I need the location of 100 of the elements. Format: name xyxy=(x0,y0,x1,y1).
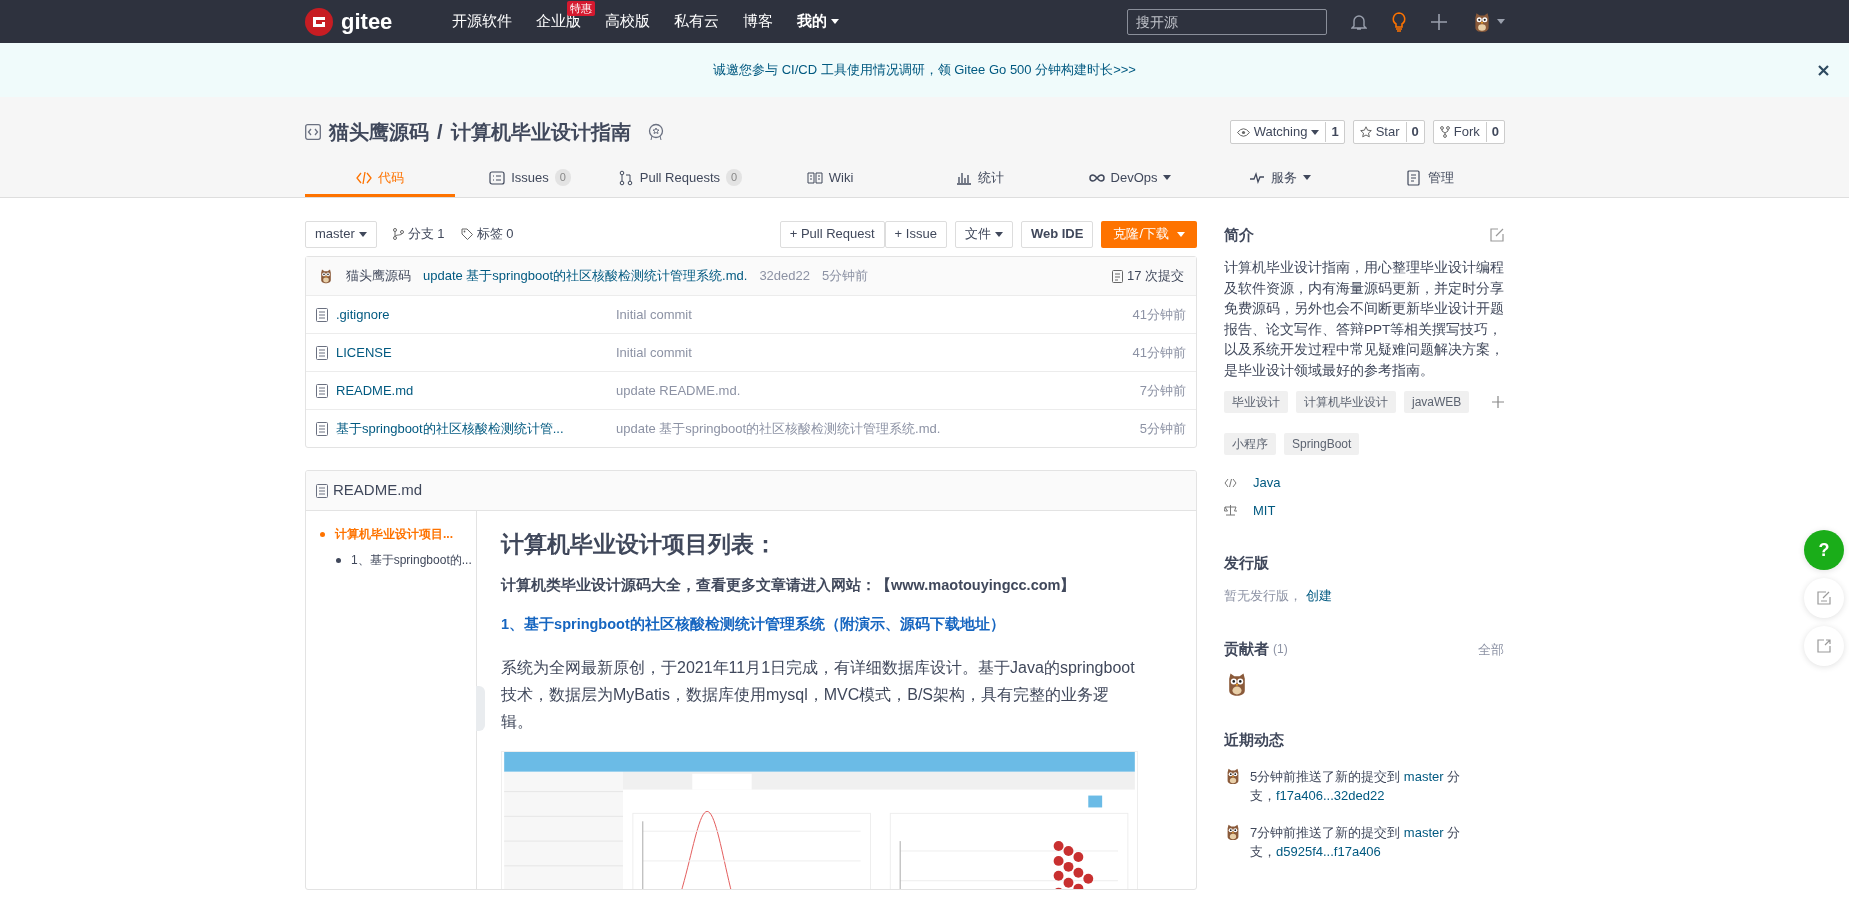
lightbulb-icon[interactable] xyxy=(1391,11,1407,32)
file-name[interactable]: README.md xyxy=(336,380,414,401)
commit-range-link[interactable]: f17a406...32ded22 xyxy=(1276,788,1385,803)
section-title: 简介 xyxy=(1224,226,1254,244)
edit-icon xyxy=(1816,590,1832,606)
share-icon xyxy=(1816,638,1832,654)
repo-owner[interactable]: 猫头鹰源码 xyxy=(329,117,429,147)
new-item-button[interactable]: + Issue xyxy=(884,220,947,248)
branch-dropdown[interactable]: master xyxy=(305,220,377,248)
repo-tab[interactable]: Issues 0 xyxy=(455,161,605,197)
create-release-link[interactable]: 创建 xyxy=(1305,588,1332,603)
avatar-icon xyxy=(318,268,334,284)
path-separator: / xyxy=(437,120,443,145)
plus-icon[interactable] xyxy=(1492,396,1504,408)
star-icon xyxy=(1359,126,1372,138)
file-name[interactable]: .gitignore xyxy=(336,304,390,325)
commit-time: 5分钟前 xyxy=(822,267,869,286)
topic-tag[interactable]: SpringBoot xyxy=(1284,433,1360,455)
topic-tag[interactable]: 小程序 xyxy=(1224,433,1276,455)
fork-icon xyxy=(1439,126,1450,138)
topic-tag[interactable]: javaWEB xyxy=(1404,391,1470,413)
repo-tab[interactable]: 管理 xyxy=(1355,161,1505,197)
section-title: 近期动态 xyxy=(1224,731,1285,749)
book-icon xyxy=(806,169,823,186)
logo-icon[interactable] xyxy=(305,7,333,36)
tags-link[interactable]: 标签 0 xyxy=(460,224,514,244)
nav-link[interactable]: 高校版 xyxy=(593,12,663,30)
new-item-button[interactable]: + Pull Request xyxy=(779,220,885,248)
commit-author: 猫头鹰源码 xyxy=(346,267,411,286)
repo-tab[interactable]: Wiki xyxy=(755,161,905,197)
file-icon xyxy=(316,483,328,498)
fork-button[interactable]: Fork 0 xyxy=(1432,120,1505,144)
my-menu[interactable]: 我的 xyxy=(785,10,852,33)
readme-subheading: 计算机类毕业设计源码大全，查看更多文章请进入网站：【www.maotouyingcc.com】 xyxy=(501,575,1077,595)
commit-hash: 32ded22 xyxy=(759,267,810,286)
file-name[interactable]: LICENSE xyxy=(336,342,392,363)
eye-icon xyxy=(1236,127,1250,137)
code-repo-icon xyxy=(305,124,321,140)
topic-tag[interactable]: 计算机毕业设计 xyxy=(1296,391,1396,413)
commit-range-link[interactable]: d5925f4...f17a406 xyxy=(1276,844,1381,859)
logo-text[interactable]: gitee xyxy=(341,5,393,38)
branches-link[interactable]: 分支 1 xyxy=(392,224,445,244)
readme-link-heading: 1、基于springboot的社区核酸检测统计管理系统（附演示、源码下载地址） xyxy=(501,615,1006,635)
language-link[interactable]: Java xyxy=(1253,473,1281,493)
web-ide-button[interactable]: Web IDE xyxy=(1020,220,1094,248)
repo-tab[interactable]: 统计 xyxy=(905,161,1055,197)
pull-request-icon xyxy=(617,169,634,186)
file-icon xyxy=(316,421,328,436)
commit-count[interactable]: 17 次提交 xyxy=(1111,266,1184,286)
section-title: 贡献者 xyxy=(1224,640,1269,659)
file-icon xyxy=(316,307,328,322)
activity-text: 5分钟前推送了新的提交到 master 分支，f17a406...32ded22 xyxy=(1250,768,1462,805)
repo-description: 计算机毕业设计指南，用心整理毕业设计编程及软件资源，内有海量源码更新，并定时分享免费源码，另外也会不间断更新毕业设计开题报告、论文写作、答辩PPT等相关撰写技巧，以及系统开发过程中常见疑难问题解决方案，是毕业设计领域最好的参考指南。 xyxy=(1224,259,1504,380)
topic-tag[interactable]: 毕业设计 xyxy=(1224,391,1288,413)
caret-icon xyxy=(831,19,840,24)
count-badge: 0 xyxy=(726,169,743,186)
file-name[interactable]: 基于springboot的社区核酸检测统计管... xyxy=(336,418,564,439)
commit-message[interactable]: update 基于springboot的社区核酸检测统计管理系统.md. xyxy=(423,266,748,286)
watch-button[interactable]: Watching 1 xyxy=(1229,120,1345,144)
readme-paragraph: 系统为全网最新原创，于2021年11月1日完成，有详细数据库设计。基于Java的springboot技术，数据层为MyBatis，数据库使用mysql，MVC模式，B/S架构，具有完整的业务逻辑。 xyxy=(501,658,1136,733)
issue-icon xyxy=(489,169,506,186)
file-time: 41分钟前 xyxy=(1132,343,1186,362)
releases-empty-text: 暂无发行版， xyxy=(1224,588,1302,603)
caret-icon xyxy=(1497,19,1505,24)
survey-link[interactable]: 诚邀您参与 CI/CD 工具使用情况调研，领 Gitee Go 500 分钟构建时长>>> xyxy=(713,60,1136,80)
file-dropdown[interactable]: 文件 xyxy=(954,220,1013,248)
nav-link[interactable]: 私有云 xyxy=(662,12,732,30)
repo-tab[interactable]: Pull Requests 0 xyxy=(605,161,755,197)
repo-tab[interactable]: DevOps xyxy=(1055,161,1205,197)
contributors-count: (1) xyxy=(1273,641,1288,659)
license-link[interactable]: MIT xyxy=(1253,500,1276,520)
award-icon xyxy=(646,123,665,141)
close-icon[interactable] xyxy=(1818,64,1829,76)
caret-icon xyxy=(994,231,1003,237)
branch-link[interactable]: master xyxy=(1403,825,1444,840)
edit-icon[interactable] xyxy=(1490,228,1504,242)
file-icon xyxy=(316,383,328,398)
code-icon xyxy=(356,169,372,186)
file-time: 7分钟前 xyxy=(1139,381,1186,400)
branch-icon xyxy=(392,228,404,240)
toc-item[interactable]: 1、基于springboot的... xyxy=(351,551,472,569)
bell-icon[interactable] xyxy=(1351,12,1367,31)
nav-link[interactable]: 开源软件 xyxy=(440,12,525,30)
plus-icon[interactable] xyxy=(1431,13,1447,30)
branch-link[interactable]: master xyxy=(1403,769,1444,784)
file-icon xyxy=(316,345,328,360)
caret-icon xyxy=(358,231,367,237)
repo-name[interactable]: 计算机毕业设计指南 xyxy=(450,117,631,147)
repo-tab[interactable]: 服务 xyxy=(1205,161,1355,197)
collapse-handle[interactable] xyxy=(476,686,485,731)
section-title: 发行版 xyxy=(1224,554,1270,572)
star-button[interactable]: Star 0 xyxy=(1352,120,1425,144)
search-field[interactable]: 搜开源 xyxy=(1127,8,1327,35)
document-icon xyxy=(1111,269,1123,283)
caret-icon xyxy=(1177,231,1185,237)
file-time: 5分钟前 xyxy=(1139,419,1186,438)
readme-heading: 计算机毕业设计项目列表： xyxy=(501,531,778,559)
activity-text: 7分钟前推送了新的提交到 master 分支，d5925f4...f17a406 xyxy=(1250,824,1462,861)
scale-icon xyxy=(1224,504,1237,517)
nav-link[interactable]: 博客 xyxy=(731,12,786,30)
